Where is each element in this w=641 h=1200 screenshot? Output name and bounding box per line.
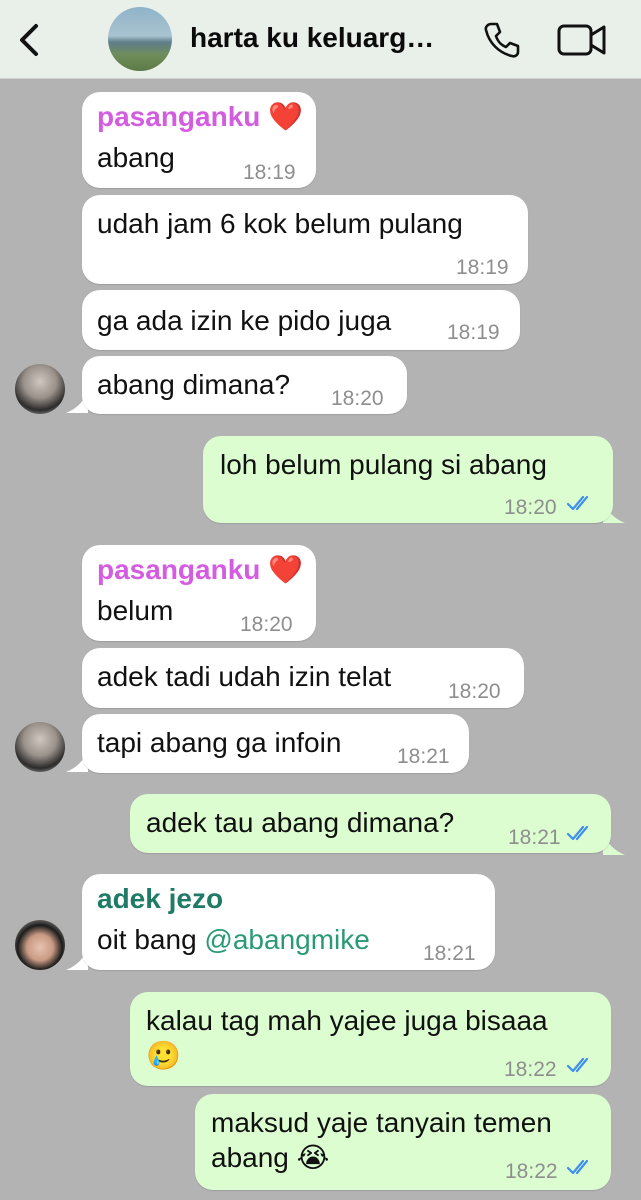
read-ticks-icon [566, 1057, 589, 1073]
message-bubble-incoming[interactable]: ga ada izin ke pido juga 18:19 [82, 290, 520, 350]
message-text: abang [97, 142, 175, 173]
message-bubble-outgoing[interactable]: kalau tag mah yajee juga bisaaa 🥲 18:22 [130, 992, 611, 1086]
message-bubble-incoming[interactable]: adek jezo oit bang @abangmike 18:21 [82, 874, 495, 970]
message-time: 18:22 [504, 1058, 557, 1081]
message-text: udah jam 6 kok belum pulang [97, 208, 463, 239]
message-text-line-1: maksud yaje tanyain temen [211, 1107, 552, 1138]
message-emoji: 🥲 [146, 1040, 181, 1071]
message-time: 18:20 [331, 387, 384, 410]
group-title[interactable]: harta ku keluarg… [190, 22, 465, 54]
sender-avatar[interactable] [15, 364, 65, 414]
message-text: loh belum pulang si abang [220, 449, 547, 480]
back-icon[interactable] [14, 20, 44, 60]
message-time: 18:22 [505, 1160, 558, 1183]
message-text: tapi abang ga infoin [97, 727, 342, 758]
message-text: ga ada izin ke pido juga [97, 305, 392, 336]
message-text: abang dimana? [97, 369, 291, 400]
message-time: 18:20 [240, 613, 293, 636]
sender-name: pasanganku ❤️ [97, 100, 303, 134]
message-text: oit bang @abangmike [97, 923, 370, 957]
read-ticks-icon [566, 825, 589, 841]
message-time: 18:21 [397, 745, 450, 768]
phone-icon[interactable] [482, 20, 522, 60]
chat-header: harta ku keluarg… [0, 0, 641, 79]
message-time: 18:19 [447, 321, 500, 344]
message-text: adek tadi udah izin telat [97, 661, 392, 692]
message-time: 18:20 [448, 680, 501, 703]
message-time: 18:20 [504, 496, 557, 519]
message-bubble-incoming[interactable]: adek tadi udah izin telat 18:20 [82, 648, 524, 708]
message-text-line-2: abang 😭 [211, 1141, 329, 1175]
message-text: belum [97, 595, 174, 626]
sender-name-text: pasanganku [97, 554, 261, 585]
sender-name: adek jezo [97, 883, 224, 914]
message-text: adek tau abang dimana? [146, 807, 455, 838]
message-emoji: 😭 [296, 1142, 330, 1173]
message-bubble-incoming[interactable]: tapi abang ga infoin 18:21 [82, 714, 469, 773]
message-time: 18:21 [423, 942, 476, 965]
sender-name: pasanganku ❤️ [97, 553, 303, 587]
message-bubble-incoming[interactable]: pasanganku ❤️ abang 18:19 [82, 92, 316, 188]
message-time: 18:19 [243, 161, 296, 184]
message-time: 18:19 [456, 256, 509, 279]
sender-avatar[interactable] [15, 920, 65, 970]
message-time: 18:21 [508, 826, 561, 849]
message-bubble-outgoing[interactable]: maksud yaje tanyain temen abang 😭 18:22 [195, 1094, 611, 1190]
mention-link[interactable]: @abangmike [204, 924, 369, 955]
heart-emoji: ❤️ [268, 554, 304, 585]
sender-name-text: pasanganku [97, 101, 261, 132]
heart-emoji: ❤️ [268, 101, 304, 132]
video-icon[interactable] [556, 22, 608, 58]
message-bubble-incoming[interactable]: udah jam 6 kok belum pulang 18:19 [82, 195, 528, 284]
message-bubble-incoming[interactable]: abang dimana? 18:20 [82, 356, 407, 414]
read-ticks-icon [566, 495, 589, 511]
message-text: kalau tag mah yajee juga bisaaa [146, 1005, 548, 1036]
message-bubble-outgoing[interactable]: adek tau abang dimana? 18:21 [130, 794, 611, 853]
message-bubble-outgoing[interactable]: loh belum pulang si abang 18:20 [203, 436, 613, 523]
message-bubble-incoming[interactable]: pasanganku ❤️ belum 18:20 [82, 545, 316, 641]
message-text-line-2-text: abang [211, 1142, 289, 1173]
message-text-plain: oit bang [97, 924, 205, 955]
sender-avatar[interactable] [15, 722, 65, 772]
read-ticks-icon [566, 1159, 589, 1175]
group-avatar[interactable] [108, 7, 172, 71]
